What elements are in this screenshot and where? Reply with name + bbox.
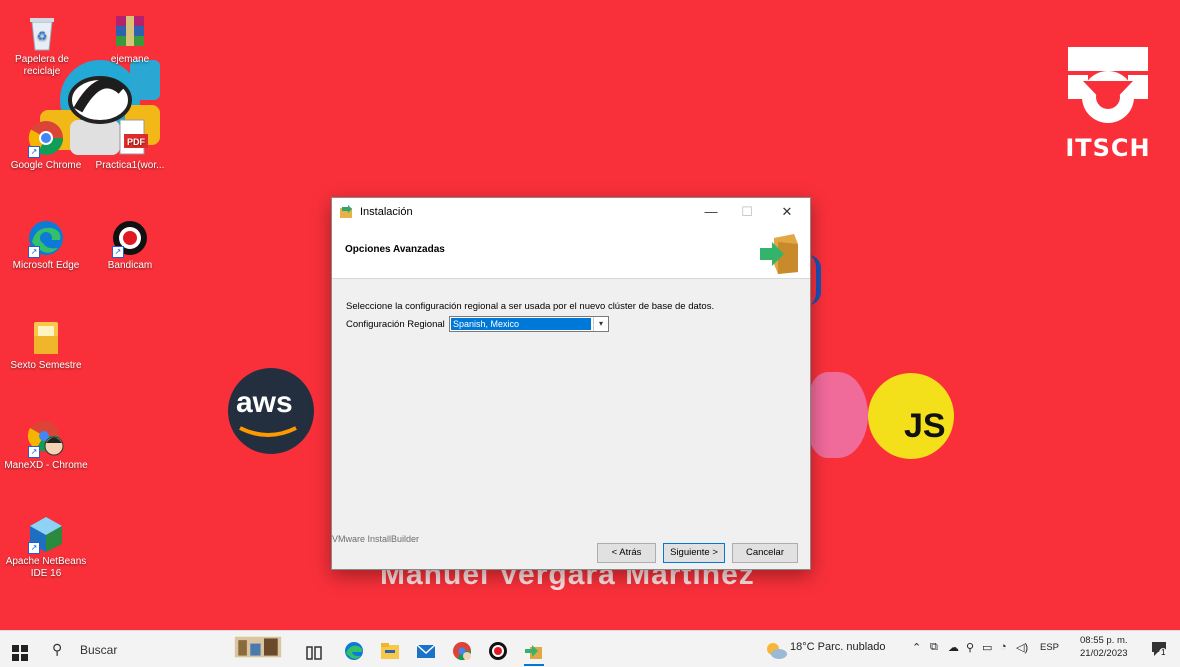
locale-label: Configuración Regional bbox=[346, 319, 445, 330]
dialog-body: Seleccione la configuración regional a s… bbox=[332, 279, 810, 534]
next-button[interactable]: Siguiente > bbox=[663, 543, 725, 563]
desktop-icon-practica1[interactable]: PDF Practica1(wor... bbox=[88, 118, 172, 172]
gear-logo-icon bbox=[1063, 45, 1153, 125]
page-title: Opciones Avanzadas bbox=[345, 244, 445, 255]
taskbar-thumbnail-icon[interactable] bbox=[231, 635, 285, 659]
desktop-icon-bandicam[interactable]: ↗ Bandicam bbox=[88, 218, 172, 272]
search-placeholder: Buscar bbox=[80, 643, 118, 657]
winrar-icon bbox=[116, 16, 144, 46]
chevron-down-icon[interactable]: ▾ bbox=[593, 317, 608, 331]
task-view-icon[interactable] bbox=[306, 641, 322, 665]
recycle-bin-icon: ♻ bbox=[30, 18, 54, 51]
back-button[interactable]: < Atrás bbox=[597, 543, 656, 563]
clock-time: 08:55 p. m. bbox=[1080, 635, 1128, 646]
itsch-logo-text: ITSCH bbox=[1065, 134, 1151, 162]
locale-select[interactable]: Spanish, Mexico ▾ bbox=[449, 316, 609, 332]
mail-icon[interactable] bbox=[416, 639, 436, 663]
chevron-up-icon[interactable]: ⌃ bbox=[912, 641, 921, 654]
usb-icon[interactable]: ⚲ bbox=[966, 641, 974, 654]
file-explorer-icon[interactable] bbox=[380, 639, 400, 663]
dialog-footer: VMware InstallBuilder < Atrás Siguiente … bbox=[332, 534, 810, 569]
edge-taskbar-icon[interactable] bbox=[344, 639, 364, 663]
desktop-icon-google-chrome[interactable]: ↗ Google Chrome bbox=[4, 118, 88, 172]
dialog-title: Instalación bbox=[360, 206, 413, 218]
pink-shape bbox=[808, 372, 868, 458]
pdf-icon: PDF bbox=[119, 119, 148, 155]
close-button[interactable]: ✕ bbox=[770, 198, 804, 226]
maximize-button[interactable]: ☐ bbox=[730, 198, 764, 226]
dialog-titlebar[interactable]: Instalación — ☐ ✕ bbox=[332, 198, 810, 226]
desktop-icon-apache-netbeans[interactable]: ↗ Apache NetBeans IDE 16 bbox=[4, 514, 88, 580]
volume-icon[interactable]: ◁) bbox=[1016, 641, 1028, 654]
onedrive-icon[interactable]: ⧉ bbox=[930, 641, 938, 654]
clock[interactable]: 08:55 p. m. 21/02/2023 bbox=[1080, 634, 1128, 660]
language-indicator[interactable]: ESP bbox=[1040, 642, 1059, 653]
notification-center[interactable]: 1 bbox=[1150, 640, 1168, 658]
desktop: ITSCH aws JS Manuel Vergara Martinez ♻ P… bbox=[0, 0, 1180, 630]
desktop-icon-recycle-bin[interactable]: ♻ Papelera de reciclaje bbox=[0, 12, 84, 78]
cancel-button[interactable]: Cancelar bbox=[732, 543, 798, 563]
aws-smile-icon bbox=[239, 426, 297, 437]
chrome-profile-taskbar-icon[interactable] bbox=[452, 639, 472, 663]
weather-text[interactable]: 18°C Parc. nublado bbox=[790, 641, 886, 653]
installer-app-icon bbox=[340, 205, 352, 218]
shortcut-arrow-icon: ↗ bbox=[28, 146, 40, 158]
installer-dialog: Instalación — ☐ ✕ Opciones Avanzadas Sel… bbox=[331, 197, 811, 570]
wifi-icon[interactable]: ◔ bbox=[1000, 641, 1007, 653]
svg-text:PDF: PDF bbox=[127, 137, 146, 147]
shortcut-arrow-icon: ↗ bbox=[28, 542, 40, 554]
desktop-icon-ejemane[interactable]: ejemane bbox=[88, 12, 172, 66]
desktop-icon-microsoft-edge[interactable]: ↗ Microsoft Edge bbox=[4, 218, 88, 272]
desktop-icon-sexto-semestre[interactable]: Sexto Semestre bbox=[4, 318, 88, 372]
dialog-header: Opciones Avanzadas bbox=[332, 226, 810, 279]
battery-icon[interactable]: ▭ bbox=[982, 641, 992, 654]
installer-taskbar-icon[interactable] bbox=[524, 639, 544, 663]
shortcut-arrow-icon: ↗ bbox=[28, 446, 40, 458]
js-logo: JS bbox=[868, 373, 954, 459]
installer-brand: VMware InstallBuilder bbox=[332, 534, 424, 544]
locale-selected-value: Spanish, Mexico bbox=[451, 318, 591, 330]
minimize-button[interactable]: — bbox=[694, 198, 728, 226]
windows-start-icon[interactable] bbox=[12, 641, 28, 665]
clock-date: 21/02/2023 bbox=[1080, 648, 1128, 659]
weather-icon[interactable] bbox=[765, 639, 787, 663]
taskbar-search[interactable]: ⚲ Buscar bbox=[42, 635, 192, 663]
taskbar: ⚲ Buscar 18°C Parc. nublado ⌃ ⧉ ☁ ⚲ ▭ ◔ … bbox=[0, 630, 1180, 667]
bandicam-taskbar-icon[interactable] bbox=[488, 639, 508, 663]
folder-icon bbox=[34, 322, 58, 354]
svg-text:♻: ♻ bbox=[37, 29, 48, 43]
search-icon: ⚲ bbox=[52, 641, 63, 657]
itsch-logo: ITSCH bbox=[1063, 45, 1153, 162]
install-box-arrow-icon bbox=[760, 234, 798, 274]
aws-logo: aws bbox=[228, 368, 314, 454]
security-icon[interactable]: ☁ bbox=[948, 641, 959, 654]
desktop-icon-manexd-chrome[interactable]: ↗ ManeXD - Chrome bbox=[4, 418, 88, 472]
description-text: Seleccione la configuración regional a s… bbox=[346, 301, 715, 312]
shortcut-arrow-icon: ↗ bbox=[28, 246, 40, 258]
shortcut-arrow-icon: ↗ bbox=[112, 246, 124, 258]
